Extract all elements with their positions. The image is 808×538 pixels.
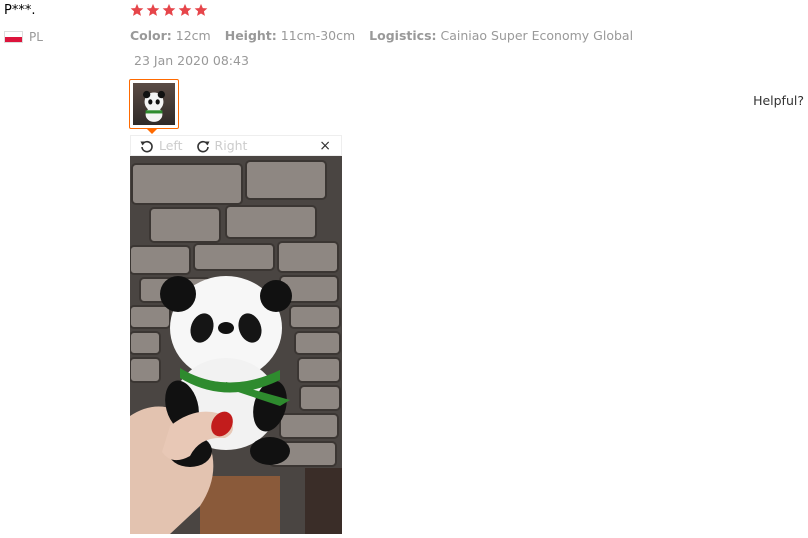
rotate-left-button[interactable]: Left [139,138,183,154]
attr-logistics-key: Logistics: [369,28,437,43]
rotate-left-icon [140,140,153,152]
photo-viewer-toolbar: Left Right × [130,135,342,156]
attr-color-value: 12cm [175,28,211,43]
review-photo-large [130,156,342,534]
attr-height-value: 11cm-30cm [280,28,356,43]
review-attributes: Color: 12cm Height: 11cm-30cm Logistics:… [130,28,643,43]
poland-flag-icon [4,31,23,43]
star-icon [146,3,160,16]
close-viewer-button[interactable]: × [319,138,331,154]
attr-color-key: Color: [130,28,172,43]
star-icon [194,3,208,16]
rotate-right-icon [196,140,210,152]
rotate-right-label: Right [214,138,248,153]
reviewer-country: PL [4,30,43,44]
attr-height-key: Height: [224,28,277,43]
rotate-left-label: Left [159,138,183,153]
review-photo-thumbnail[interactable] [129,79,179,129]
star-icon [130,3,144,16]
helpful-link[interactable]: Helpful? [753,93,804,108]
star-icon [162,3,176,16]
attr-logistics-value: Cainiao Super Economy Global [440,28,634,43]
star-icon [178,3,192,16]
country-code: PL [29,30,43,44]
review-date: 23 Jan 2020 08:43 [134,53,249,68]
rotate-right-button[interactable]: Right [195,138,248,154]
thumbnail-pointer [146,128,158,134]
panda-photo-image [130,156,342,534]
star-rating [130,3,208,17]
reviewer-name: P***. [4,3,36,18]
